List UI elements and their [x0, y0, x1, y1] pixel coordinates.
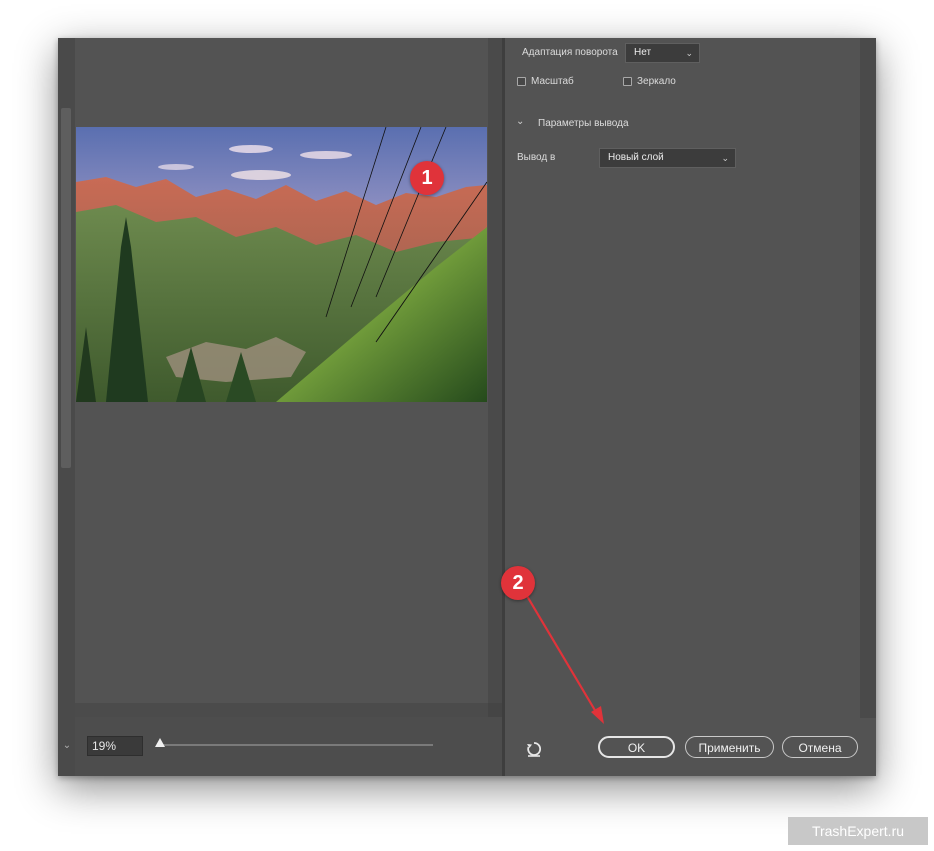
annotation-arrow: [526, 595, 604, 724]
annotation-marker-2: 2: [501, 566, 535, 600]
annotation-marker-1: 1: [410, 161, 444, 195]
watermark: TrashExpert.ru: [788, 817, 928, 845]
